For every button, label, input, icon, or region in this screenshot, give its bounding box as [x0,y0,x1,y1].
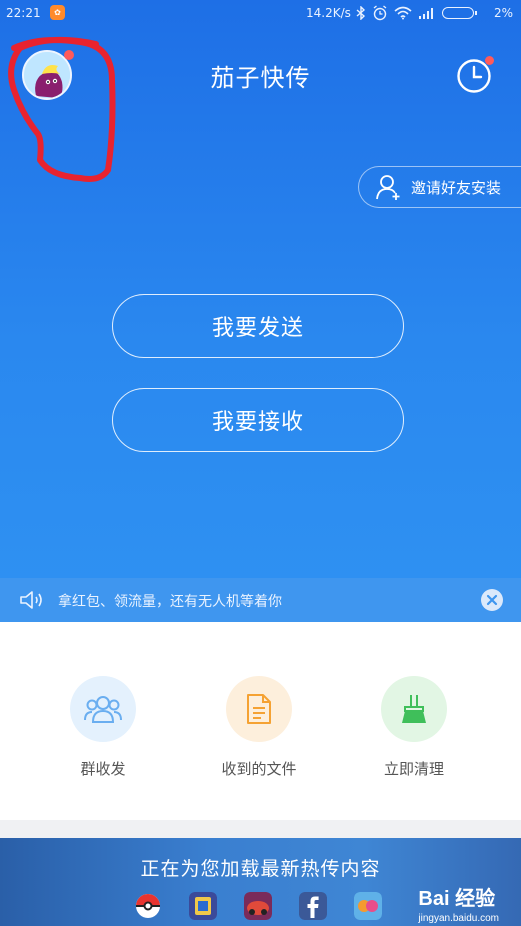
status-icons [356,3,477,23]
document-icon [226,676,292,742]
bluetooth-icon [356,6,366,20]
add-user-icon [376,175,400,200]
clean-now-button[interactable]: 立即清理 [354,676,474,779]
close-icon[interactable] [481,589,503,611]
tool-label: 群收发 [80,760,126,778]
battery-icon [442,7,477,19]
app-title: 茄子快传 [210,64,311,92]
invite-friends-button[interactable]: 邀请好友安装 [358,166,521,208]
status-time: 22:21 [6,6,41,20]
signal-icon [419,8,433,19]
network-speed: 14.2K/s [306,6,351,20]
hero-panel: 22:21 ✿ 14.2K/s 2% · · 茄子快传 邀请好友安装 我要发送 … [0,0,521,622]
alarm-icon [373,5,387,21]
tool-label: 收到的文件 [221,760,297,778]
section-divider [0,820,521,838]
watermark-main: Bai 经验 [418,888,496,910]
receive-button[interactable]: 我要接收 [112,388,404,452]
received-files-button[interactable]: 收到的文件 [199,676,319,779]
broom-icon [381,676,447,742]
promo-notice-bar[interactable]: 拿红包、领流量，还有无人机等着你 [0,578,521,622]
candy-icon[interactable] [354,892,382,920]
group-icon [70,676,136,742]
banner-text: 正在为您加载最新热传内容 [140,858,381,880]
battery-percent: 2% [494,6,514,20]
wifi-icon [394,6,412,20]
group-transfer-button[interactable]: 群收发 [43,676,163,779]
notification-app-icon: ✿ [50,5,65,20]
car-icon[interactable] [244,892,272,920]
notice-text: 拿红包、领流量，还有无人机等着你 [58,594,282,610]
banner-app-icons [134,892,382,920]
send-button[interactable]: 我要发送 [112,294,404,358]
history-notification-dot [485,56,494,65]
invite-label: 邀请好友安装 [411,178,502,197]
speaker-icon [20,591,42,609]
history-button[interactable] [456,56,494,94]
baidu-watermark: Bai 经验 jingyan.baidu.com [418,882,499,924]
facebook-icon[interactable] [299,892,327,920]
tool-label: 立即清理 [383,760,444,778]
game-icon[interactable] [189,892,217,920]
watermark-sub: jingyan.baidu.com [418,913,499,924]
hot-content-banner[interactable]: 正在为您加载最新热传内容 Bai 经验 jingyan.baidu.com [0,838,521,926]
pokeball-icon[interactable] [134,892,162,920]
status-bar: 22:21 ✿ 14.2K/s 2% [0,0,521,26]
tools-section: 群收发 收到的文件 立即清理 [0,622,521,820]
